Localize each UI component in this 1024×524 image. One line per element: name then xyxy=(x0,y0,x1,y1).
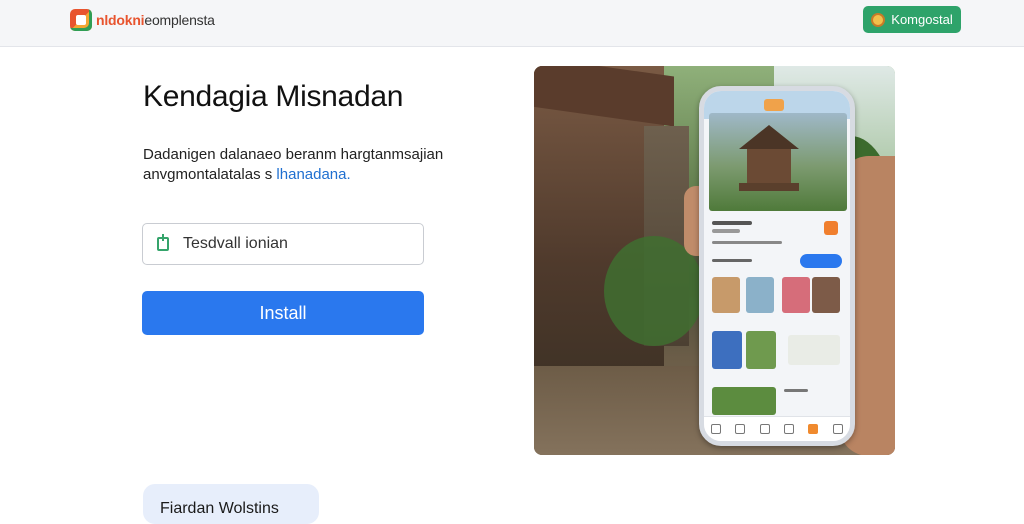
nav-clock-icon xyxy=(784,424,795,434)
brand-name: nldoknieomplensta xyxy=(96,12,215,28)
phone-tile xyxy=(782,277,810,313)
phone-nav-bar xyxy=(704,416,850,441)
phone-tile xyxy=(746,277,774,313)
nav-profile-icon xyxy=(832,424,843,434)
brand[interactable]: nldoknieomplensta xyxy=(70,7,215,33)
install-button[interactable]: Install xyxy=(142,291,424,335)
page-description: Dadanigen dalanaeo beranm hargtanmsajian… xyxy=(143,145,463,185)
phone-text-line xyxy=(712,221,752,225)
nav-active-icon xyxy=(808,424,819,434)
phone-text-line xyxy=(712,241,782,244)
bottom-card-label: Fiardan Wolstins xyxy=(160,500,279,517)
page-title: Kendagia Misnadan xyxy=(143,80,404,113)
header-action-button[interactable]: Komgostal xyxy=(863,6,961,33)
app-logo-icon xyxy=(70,9,92,31)
phone-chip-button xyxy=(800,254,842,268)
phone-tile xyxy=(712,387,776,415)
description-line-2: anvgmontalatalas s lhanadana. xyxy=(143,165,463,185)
search-input[interactable] xyxy=(181,234,415,254)
description-line-1: Dadanigen dalanaeo beranm hargtanmsajian xyxy=(143,146,444,163)
description-line-2-text: anvgmontalatalas s xyxy=(143,166,277,183)
nav-home-icon xyxy=(711,424,722,434)
phone-tile xyxy=(746,331,776,369)
search-field[interactable] xyxy=(142,223,424,265)
pagoda-body xyxy=(747,149,791,183)
pagoda-base xyxy=(739,183,799,191)
phone-tile xyxy=(788,335,840,365)
description-link[interactable]: lhanadana. xyxy=(276,166,350,183)
phone-text-line xyxy=(712,229,740,233)
avatar-icon xyxy=(871,12,886,27)
bottom-card[interactable]: Fiardan Wolstins xyxy=(143,484,319,524)
pagoda-roof xyxy=(739,125,799,149)
nav-search-icon xyxy=(759,424,770,434)
phone-hero-image xyxy=(709,113,847,211)
nav-bell-icon xyxy=(735,424,746,434)
phone-tile xyxy=(812,277,840,313)
phone-tile xyxy=(712,277,740,313)
brand-name-part2: eomplensta xyxy=(144,12,215,28)
phone-tile xyxy=(712,331,742,369)
phone-text-line xyxy=(784,389,808,392)
phone-mockup xyxy=(699,86,855,446)
header-action-label: Komgostal xyxy=(891,12,953,27)
phone-text-line xyxy=(712,259,752,262)
house-icon xyxy=(157,234,169,251)
brand-name-part1: nldokni xyxy=(96,12,145,28)
phone-badge-icon xyxy=(824,221,838,235)
top-header: nldoknieomplensta Komgostal xyxy=(0,0,1024,47)
